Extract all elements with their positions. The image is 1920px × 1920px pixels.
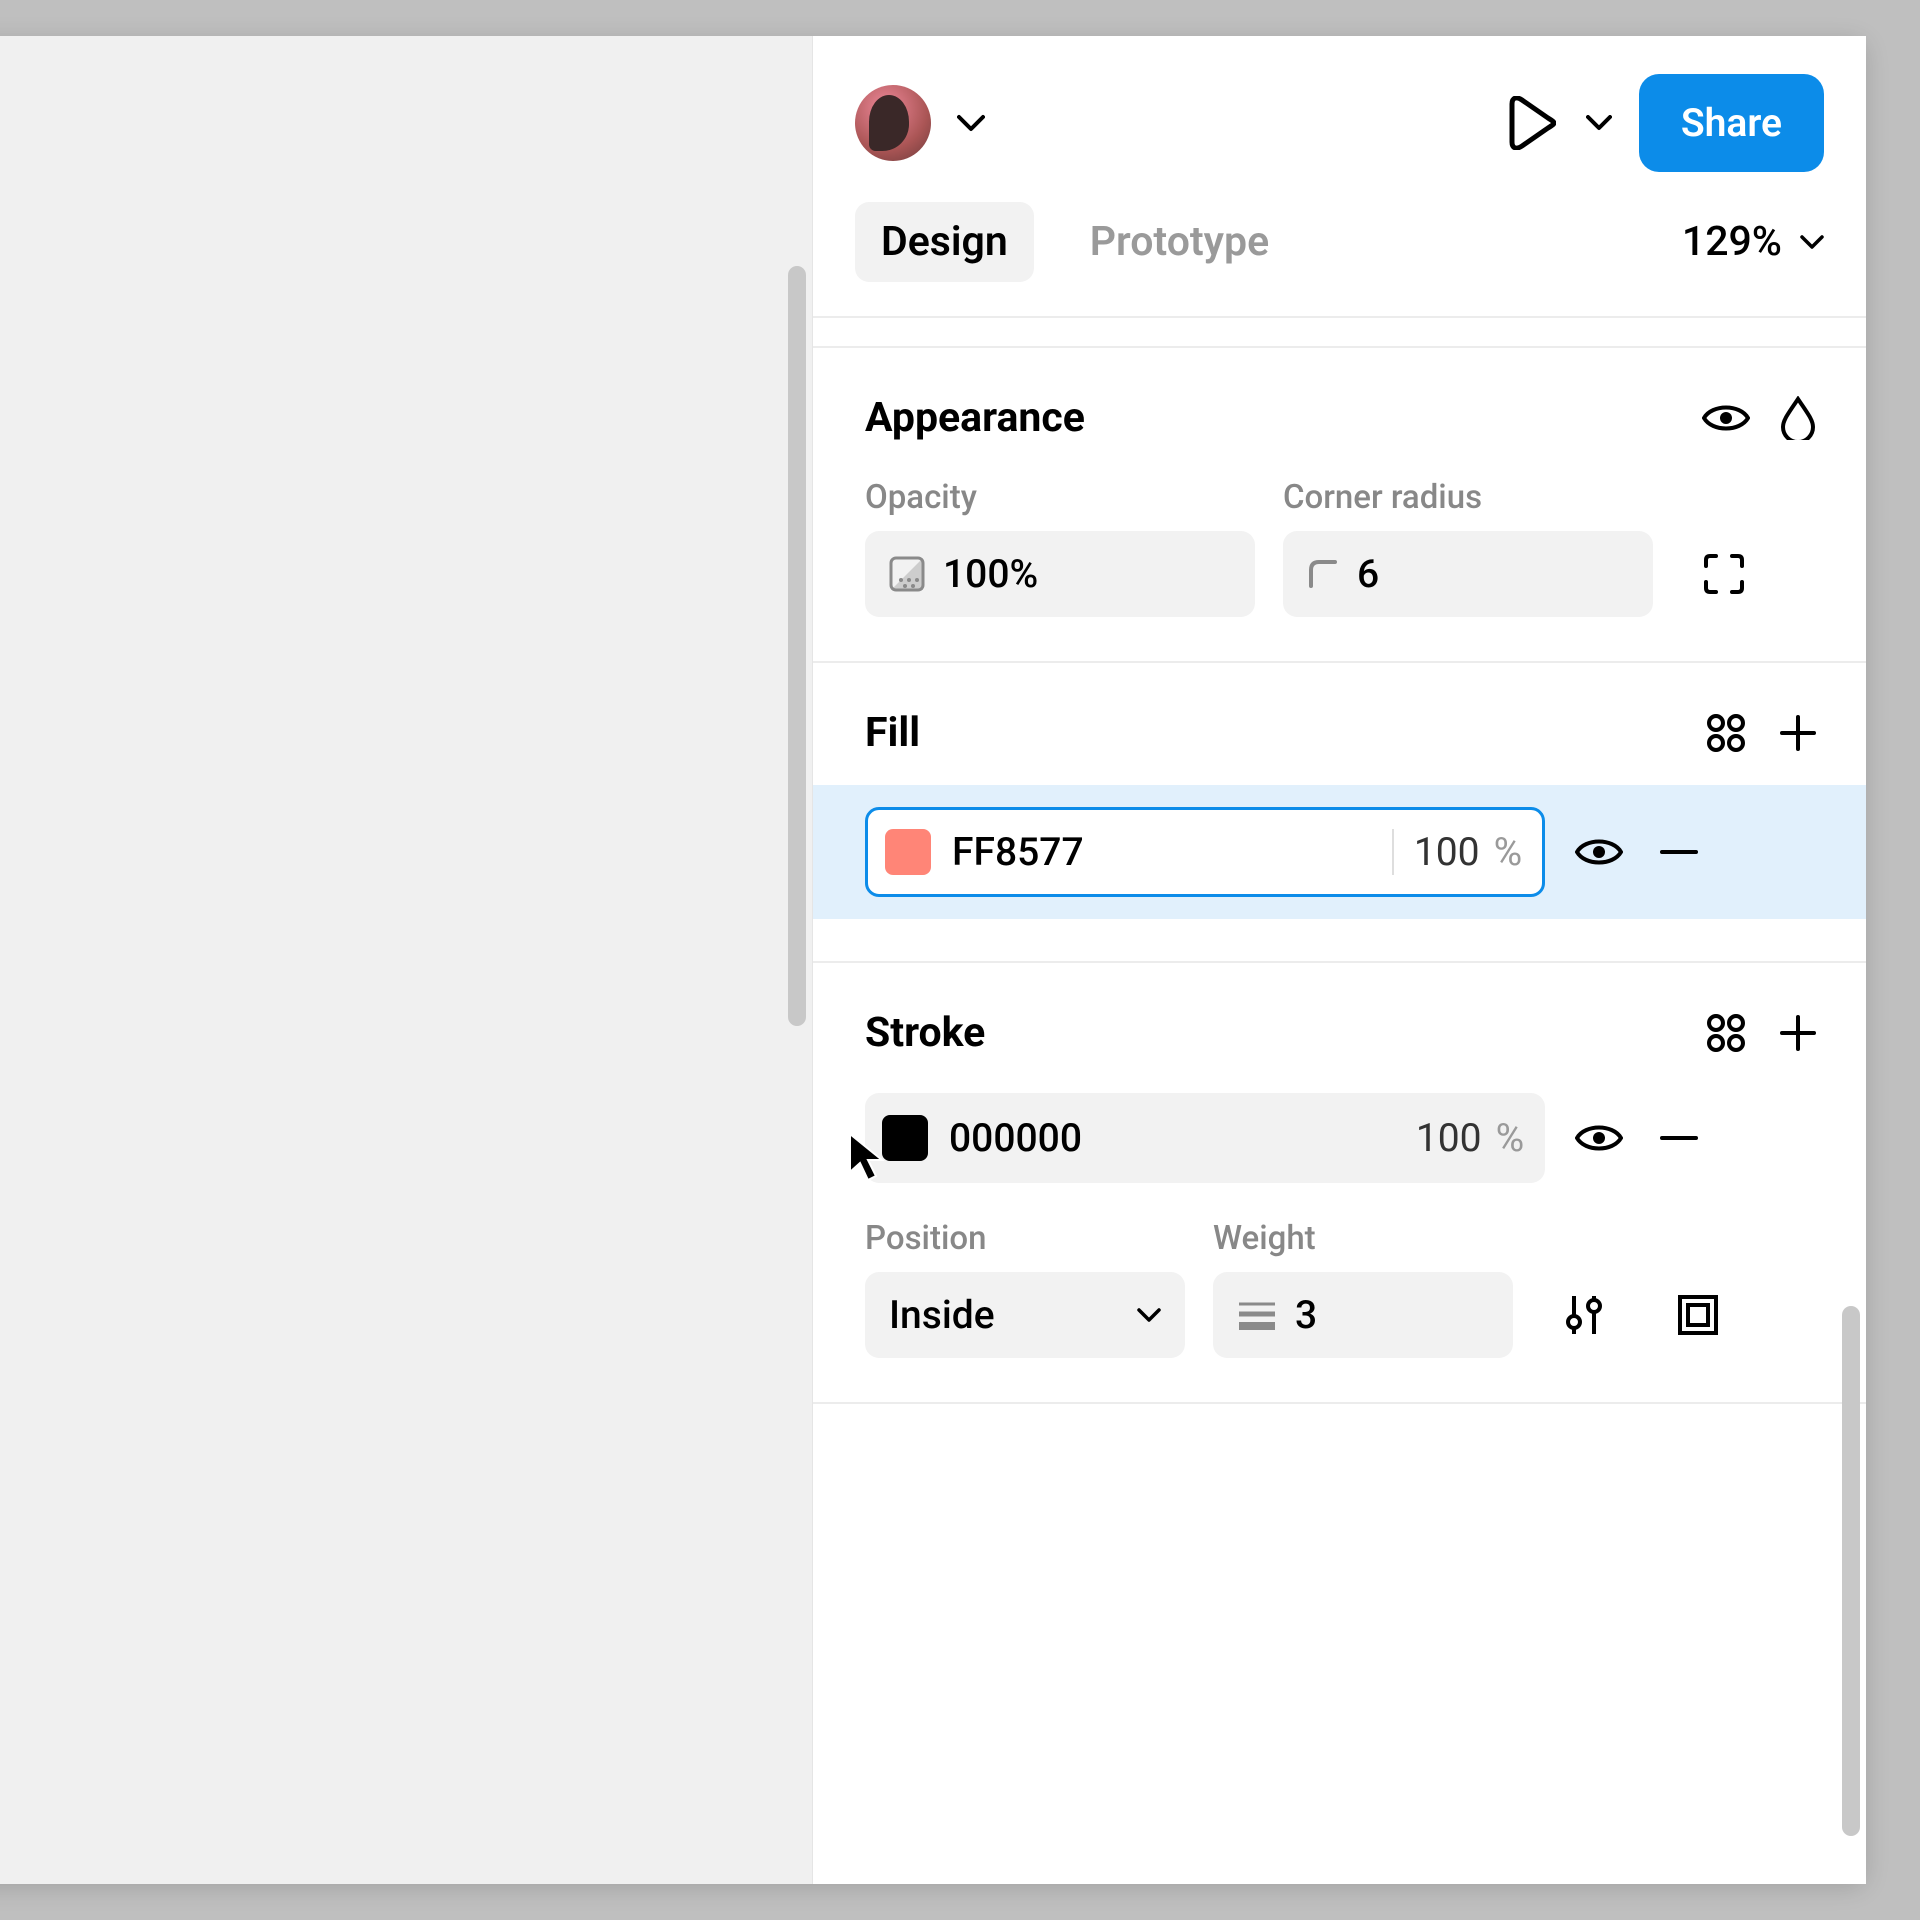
corners-icon [1702, 552, 1746, 596]
stroke-styles-button[interactable] [1700, 1007, 1752, 1059]
stroke-per-side-button[interactable] [1655, 1272, 1741, 1358]
remove-fill-button[interactable] [1653, 826, 1705, 878]
stroke-color-input[interactable]: 000000 100 % [865, 1093, 1545, 1183]
fill-visibility-toggle[interactable] [1573, 826, 1625, 878]
fill-color-input[interactable]: FF8577 100 % [865, 807, 1545, 897]
stroke-weight-input[interactable]: 3 [1213, 1272, 1513, 1358]
share-button[interactable]: Share [1639, 74, 1824, 172]
stroke-title: Stroke [865, 1009, 1680, 1057]
add-fill-button[interactable] [1772, 707, 1824, 759]
stroke-advanced-button[interactable] [1541, 1272, 1627, 1358]
stroke-position-select[interactable]: Inside [865, 1272, 1185, 1358]
stroke-weight-icon [1237, 1300, 1277, 1330]
fill-opacity-value: 100 [1414, 829, 1480, 875]
corner-radius-label: Corner radius [1283, 478, 1653, 517]
stroke-weight-value: 3 [1295, 1292, 1317, 1338]
independent-corners-button[interactable] [1681, 531, 1767, 617]
cursor-icon [846, 1130, 890, 1186]
minus-icon [1660, 1135, 1698, 1141]
avatar-menu-chevron[interactable] [951, 114, 991, 132]
corner-radius-input[interactable]: 6 [1283, 531, 1653, 617]
avatar[interactable] [855, 85, 931, 161]
four-dots-icon [1705, 712, 1747, 754]
canvas[interactable]: 0 × 100 [0, 36, 812, 1884]
fill-hex-value[interactable]: FF8577 [948, 829, 1392, 875]
fill-title: Fill [865, 709, 1680, 757]
percent-label: % [1494, 829, 1523, 875]
percent-label: % [1496, 1115, 1525, 1161]
stroke-opacity-value: 100 [1416, 1115, 1482, 1161]
droplet-icon [1780, 396, 1816, 440]
stroke-sides-icon [1676, 1293, 1720, 1337]
appearance-title: Appearance [865, 394, 1680, 442]
zoom-control[interactable]: 129% [1682, 218, 1824, 266]
present-button[interactable] [1503, 95, 1559, 151]
minus-icon [1660, 849, 1698, 855]
eye-icon [1575, 836, 1623, 868]
zoom-value: 129% [1682, 218, 1782, 266]
eye-icon [1702, 402, 1750, 434]
eye-icon [1575, 1122, 1623, 1154]
play-icon [1506, 96, 1556, 150]
opacity-value: 100% [943, 551, 1038, 597]
properties-panel: Share Design Prototype 129% Appearance [812, 36, 1866, 1884]
plus-icon [1778, 713, 1818, 753]
stroke-opacity-input[interactable]: 100 % [1395, 1115, 1545, 1161]
stroke-position-label: Position [865, 1219, 1185, 1258]
add-stroke-button[interactable] [1772, 1007, 1824, 1059]
app-window: 0 × 100 Share Design Prototype 129% [0, 36, 1866, 1884]
canvas-scrollbar[interactable] [788, 266, 806, 1026]
plus-icon [1778, 1013, 1818, 1053]
opacity-input[interactable]: 100% [865, 531, 1255, 617]
panel-scrollbar[interactable] [1842, 1306, 1860, 1836]
chevron-down-icon [957, 114, 985, 132]
fill-row: FF8577 100 % [813, 785, 1866, 919]
chevron-down-icon [1800, 235, 1824, 249]
corner-icon [1307, 558, 1339, 590]
opacity-label: Opacity [865, 478, 1255, 517]
remove-stroke-button[interactable] [1653, 1112, 1705, 1164]
tab-design[interactable]: Design [855, 202, 1034, 282]
corner-radius-value: 6 [1357, 551, 1379, 597]
section-fill: Fill FF8577 [813, 661, 1866, 919]
present-menu-chevron[interactable] [1579, 115, 1619, 131]
fill-opacity-input[interactable]: 100 % [1392, 829, 1542, 875]
tab-prototype[interactable]: Prototype [1064, 202, 1295, 282]
fill-styles-button[interactable] [1700, 707, 1752, 759]
visibility-toggle[interactable] [1700, 392, 1752, 444]
opacity-icon [889, 556, 925, 592]
fill-swatch[interactable] [885, 829, 931, 875]
stroke-position-value: Inside [889, 1292, 995, 1338]
stroke-visibility-toggle[interactable] [1573, 1112, 1625, 1164]
section-stroke: Stroke 000000 [813, 963, 1866, 1402]
panel-tabs: Design Prototype 129% [813, 202, 1866, 316]
chevron-down-icon [1586, 115, 1612, 131]
panel-header: Share [813, 36, 1866, 202]
section-appearance: Appearance Opacity [813, 346, 1866, 661]
stroke-hex-value[interactable]: 000000 [945, 1115, 1395, 1161]
blend-mode-button[interactable] [1772, 392, 1824, 444]
four-dots-icon [1705, 1012, 1747, 1054]
stroke-weight-label: Weight [1213, 1219, 1513, 1258]
sliders-icon [1564, 1292, 1604, 1338]
chevron-down-icon [1137, 1308, 1161, 1322]
